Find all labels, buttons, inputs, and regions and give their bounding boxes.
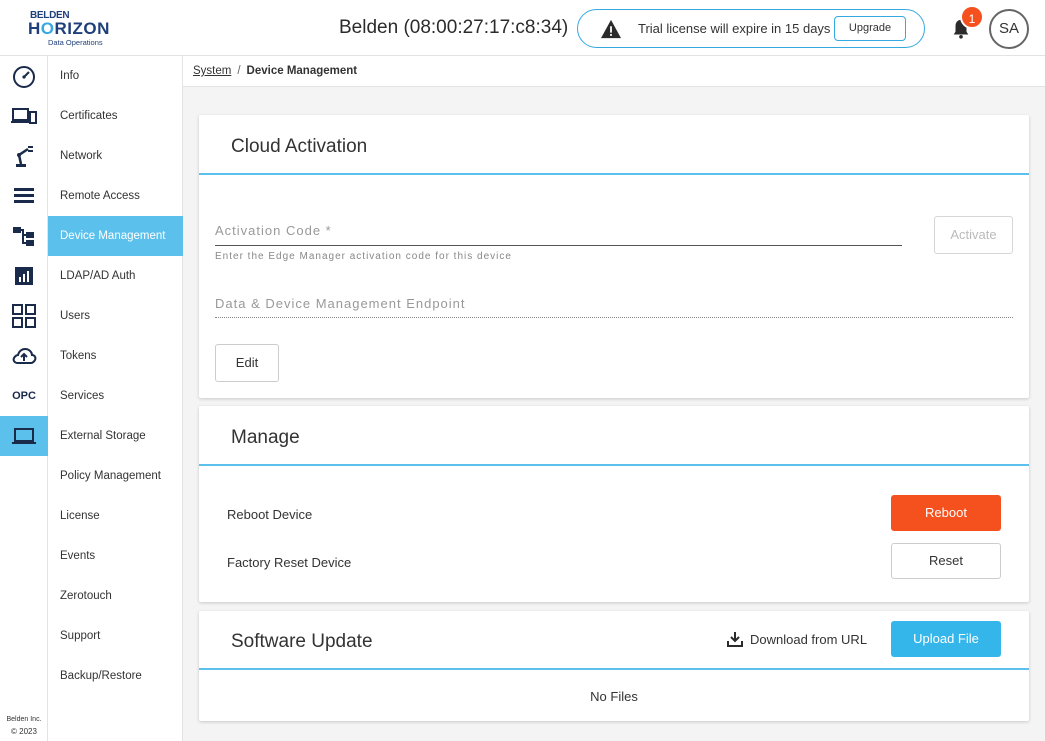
icon-rail: OPC Belden Inc. © 2023 — [0, 56, 48, 741]
reset-button[interactable]: Reset — [891, 543, 1001, 579]
rail-laptop[interactable] — [0, 416, 48, 456]
rail-list[interactable] — [0, 176, 48, 216]
factory-reset-label: Factory Reset Device — [227, 555, 352, 570]
activation-code-label: Activation Code * — [215, 223, 332, 238]
footer-year: © 2023 — [11, 727, 37, 736]
subnav-item-backup-restore[interactable]: Backup/Restore — [48, 656, 183, 696]
manage-title: Manage — [231, 427, 300, 448]
subnav-item-zerotouch[interactable]: Zerotouch — [48, 576, 183, 616]
trial-license-text: Trial license will expire in 15 days — [638, 21, 831, 36]
subnav-item-tokens[interactable]: Tokens — [48, 336, 183, 376]
belden-horizon-logo[interactable]: BELDEN HORIZON Data Operations — [28, 10, 128, 48]
apps-grid-icon — [12, 304, 36, 328]
cloud-activation-card: Cloud Activation Activation Code * Enter… — [199, 115, 1029, 398]
opc-icon: OPC — [12, 390, 36, 402]
devices-icon — [11, 108, 37, 124]
breadcrumb: System / Device Management — [183, 56, 1045, 87]
device-title: Belden (08:00:27:17:c8:34) — [339, 17, 569, 38]
cloud-upload-icon — [12, 347, 37, 364]
download-from-url-link[interactable]: Download from URL — [726, 630, 867, 648]
top-header: BELDEN HORIZON Data Operations Belden (0… — [0, 0, 1045, 56]
report-icon — [15, 267, 33, 285]
subnav-item-events[interactable]: Events — [48, 536, 183, 576]
manage-card: Manage Reboot Device Reboot Factory Rese… — [199, 406, 1029, 602]
trial-license-banner: Trial license will expire in 15 days Upg… — [577, 9, 925, 48]
card-divider — [199, 173, 1029, 175]
logo-line2: HORIZON — [28, 19, 110, 38]
rail-opc[interactable]: OPC — [0, 376, 48, 416]
cloud-activation-title: Cloud Activation — [231, 136, 368, 157]
subnav-item-network[interactable]: Network — [48, 136, 183, 176]
subnav-item-info[interactable]: Info — [48, 56, 183, 96]
footer-company: Belden Inc. — [6, 716, 42, 723]
reboot-device-label: Reboot Device — [227, 507, 313, 522]
rail-cloud-upload[interactable] — [0, 336, 48, 376]
reboot-button[interactable]: Reboot — [891, 495, 1001, 531]
logo-line3: Data Operations — [48, 38, 103, 47]
subnav-item-support[interactable]: Support — [48, 616, 183, 656]
download-icon — [727, 632, 743, 647]
rail-apps[interactable] — [0, 296, 48, 336]
subnav-item-device-management[interactable]: Device Management — [48, 216, 183, 256]
subnav-item-ldap-ad-auth[interactable]: LDAP/AD Auth — [48, 256, 183, 296]
activate-button[interactable]: Activate — [934, 216, 1013, 254]
card-divider — [199, 668, 1029, 670]
list-icon — [14, 188, 34, 203]
subnav-item-license[interactable]: License — [48, 496, 183, 536]
subnav-item-certificates[interactable]: Certificates — [48, 96, 183, 136]
subnav-item-remote-access[interactable]: Remote Access — [48, 176, 183, 216]
rail-robot-arm[interactable] — [0, 136, 48, 176]
subnav-item-external-storage[interactable]: External Storage — [48, 416, 183, 456]
robot-arm-icon — [16, 146, 33, 167]
warning-icon — [601, 19, 621, 39]
software-update-title: Software Update — [231, 631, 373, 652]
software-update-card: Software Update Download from URL Upload… — [199, 611, 1029, 721]
dashboard-icon — [13, 66, 35, 88]
rail-dashboard[interactable] — [0, 56, 48, 96]
system-subnav: Info Certificates Network Remote Access … — [48, 56, 183, 741]
rail-footer: Belden Inc. © 2023 — [0, 714, 48, 738]
no-files-text: No Files — [590, 689, 638, 704]
subnav-item-users[interactable]: Users — [48, 296, 183, 336]
rail-report[interactable] — [0, 256, 48, 296]
subnav-item-services[interactable]: Services — [48, 376, 183, 416]
breadcrumb-system-link[interactable]: System — [193, 65, 231, 77]
laptop-icon — [12, 428, 36, 444]
card-divider — [199, 464, 1029, 466]
edit-button[interactable]: Edit — [215, 344, 279, 382]
upgrade-button[interactable]: Upgrade — [834, 16, 906, 41]
activation-code-input[interactable] — [215, 245, 902, 246]
endpoint-field[interactable] — [215, 317, 1013, 318]
notification-badge[interactable]: 1 — [960, 5, 984, 29]
rail-devices[interactable] — [0, 96, 48, 136]
subnav-item-policy-management[interactable]: Policy Management — [48, 456, 183, 496]
upload-file-button[interactable]: Upload File — [891, 621, 1001, 657]
download-from-url-label: Download from URL — [750, 631, 868, 647]
breadcrumb-separator: / — [237, 65, 241, 77]
rail-hierarchy[interactable] — [0, 216, 48, 256]
hierarchy-icon — [13, 227, 34, 246]
endpoint-label: Data & Device Management Endpoint — [215, 296, 466, 311]
activation-code-hint: Enter the Edge Manager activation code f… — [215, 251, 512, 262]
breadcrumb-current: Device Management — [246, 65, 358, 77]
user-avatar[interactable]: SA — [989, 9, 1029, 49]
